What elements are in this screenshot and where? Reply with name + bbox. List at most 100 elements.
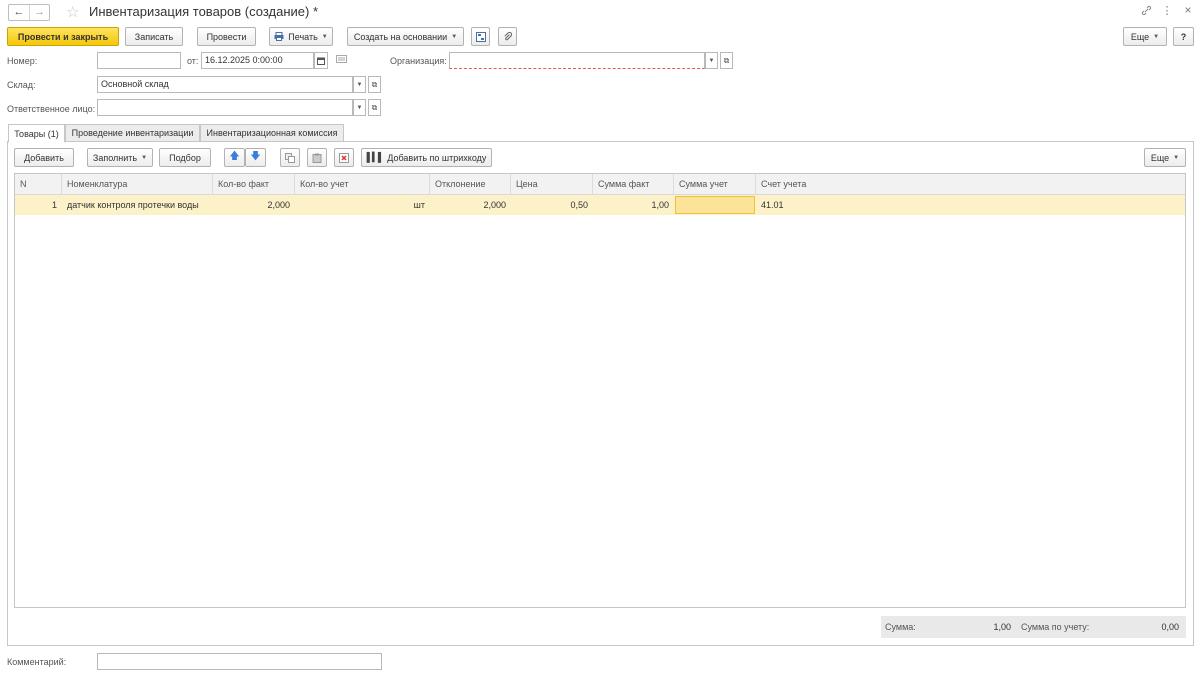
post-and-close-label: Провести и закрыть bbox=[17, 31, 109, 42]
organization-field[interactable] bbox=[449, 52, 705, 69]
table-more-label: Еще bbox=[1150, 152, 1170, 163]
attach-button[interactable] bbox=[498, 27, 517, 46]
table-header: N Номенклатура Кол-во факт Кол-во учет О… bbox=[15, 174, 1185, 195]
post-label: Провести bbox=[206, 31, 247, 42]
date-label: от: bbox=[187, 56, 199, 66]
column-header-sum-fact[interactable]: Сумма факт bbox=[593, 174, 674, 195]
responsible-field[interactable] bbox=[97, 99, 353, 116]
select-label: Подбор bbox=[169, 152, 201, 163]
navigation-buttons: ← → bbox=[8, 4, 50, 21]
copy-row-button[interactable] bbox=[280, 148, 300, 167]
organization-open-button[interactable]: ⧉ bbox=[720, 52, 733, 69]
structure-button[interactable] bbox=[471, 27, 490, 46]
post-and-close-button[interactable]: Провести и закрыть bbox=[7, 27, 119, 46]
responsible-open-button[interactable]: ⧉ bbox=[368, 99, 381, 116]
paperclip-icon bbox=[503, 31, 512, 40]
warehouse-dropdown-button[interactable]: ▼ bbox=[353, 76, 366, 93]
cell-account[interactable]: 41.01 bbox=[756, 195, 956, 215]
column-header-item[interactable]: Номенклатура bbox=[62, 174, 213, 195]
column-header-account[interactable]: Счет учета bbox=[756, 174, 1185, 195]
sum-label: Сумма: bbox=[885, 622, 916, 632]
table-more-button[interactable]: Еще ▼ bbox=[1144, 148, 1186, 167]
more-menu-icon[interactable]: ⋮ bbox=[1161, 4, 1173, 17]
print-button[interactable]: Печать ▼ bbox=[269, 27, 333, 46]
save-label: Записать bbox=[134, 31, 174, 42]
cell-unit[interactable]: шт bbox=[359, 195, 430, 215]
create-based-on-button[interactable]: Создать на основании ▼ bbox=[347, 27, 464, 46]
add-by-barcode-button[interactable]: ▌▍▌ Добавить по штрихкоду bbox=[361, 148, 492, 167]
cell-qty-acc[interactable] bbox=[295, 195, 359, 215]
more-label: Еще bbox=[1130, 31, 1150, 42]
number-field[interactable] bbox=[97, 52, 181, 69]
add-row-label: Добавить bbox=[24, 152, 64, 163]
select-button[interactable]: Подбор bbox=[159, 148, 211, 167]
date-field[interactable]: 16.12.2025 0:00:00 bbox=[201, 52, 314, 69]
tab-inventory-commission[interactable]: Инвентаризационная комиссия bbox=[200, 124, 344, 142]
cell-qty-fact[interactable]: 2,000 bbox=[213, 195, 295, 215]
warehouse-field[interactable]: Основной склад bbox=[97, 76, 353, 93]
help-button[interactable]: ? bbox=[1173, 27, 1194, 46]
column-header-qty-acc[interactable]: Кол-во учет bbox=[295, 174, 430, 195]
chevron-down-icon: ▼ bbox=[356, 104, 363, 111]
move-up-button[interactable]: 🡅 bbox=[224, 148, 245, 167]
delete-row-button[interactable] bbox=[334, 148, 354, 167]
cell-n[interactable]: 1 bbox=[15, 195, 62, 215]
warehouse-open-button[interactable]: ⧉ bbox=[368, 76, 381, 93]
printer-icon bbox=[274, 32, 284, 41]
back-button[interactable]: ← bbox=[9, 5, 29, 20]
dropdown-arrow-icon: ▼ bbox=[451, 33, 458, 40]
goods-table[interactable]: N Номенклатура Кол-во факт Кол-во учет О… bbox=[14, 173, 1186, 608]
calendar-extra-icon[interactable] bbox=[336, 54, 347, 66]
column-header-deviation[interactable]: Отклонение bbox=[430, 174, 511, 195]
responsible-dropdown-button[interactable]: ▼ bbox=[353, 99, 366, 116]
forward-button[interactable]: → bbox=[29, 5, 49, 20]
barcode-icon: ▌▍▌ bbox=[366, 152, 385, 162]
add-row-button[interactable]: Добавить bbox=[14, 148, 74, 167]
fill-button[interactable]: Заполнить ▼ bbox=[87, 148, 153, 167]
move-down-button[interactable]: 🡇 bbox=[245, 148, 266, 167]
tab-goods-label: Товары (1) bbox=[14, 128, 59, 139]
paste-button[interactable] bbox=[307, 148, 327, 167]
tab-inventory-process[interactable]: Проведение инвентаризации bbox=[65, 124, 200, 142]
copy-icon bbox=[285, 152, 295, 163]
arrow-down-icon: 🡇 bbox=[250, 151, 261, 162]
calendar-button[interactable] bbox=[314, 52, 328, 69]
close-icon[interactable]: × bbox=[1182, 3, 1194, 17]
column-header-n[interactable]: N bbox=[15, 174, 62, 195]
open-icon: ⧉ bbox=[723, 55, 730, 65]
cell-sum-fact[interactable]: 1,00 bbox=[593, 195, 674, 215]
tab-goods[interactable]: Товары (1) bbox=[8, 124, 65, 143]
column-header-sum-acc[interactable]: Сумма учет bbox=[674, 174, 756, 195]
dropdown-arrow-icon: ▼ bbox=[321, 33, 328, 40]
link-icon[interactable] bbox=[1140, 5, 1152, 19]
number-label: Номер: bbox=[7, 56, 38, 66]
print-label: Печать bbox=[288, 31, 318, 42]
comment-label: Комментарий: bbox=[7, 657, 67, 667]
sum-acc-label: Сумма по учету: bbox=[1021, 622, 1090, 632]
open-icon: ⧉ bbox=[371, 79, 378, 89]
fill-label: Заполнить bbox=[92, 152, 138, 163]
save-button[interactable]: Записать bbox=[125, 27, 183, 46]
sum-acc-value: 0,00 bbox=[1161, 622, 1179, 632]
create-based-label: Создать на основании bbox=[353, 31, 448, 42]
table-row[interactable]: 1 датчик контроля протечки воды 2,000 шт… bbox=[15, 195, 1185, 215]
cell-item[interactable]: датчик контроля протечки воды bbox=[62, 195, 213, 215]
cell-price[interactable]: 0,50 bbox=[511, 195, 593, 215]
post-button[interactable]: Провести bbox=[197, 27, 256, 46]
favorite-star-icon[interactable]: ☆ bbox=[66, 3, 79, 21]
organization-dropdown-button[interactable]: ▼ bbox=[705, 52, 718, 69]
tab-inventory-commission-label: Инвентаризационная комиссия bbox=[206, 128, 338, 138]
column-header-qty-fact[interactable]: Кол-во факт bbox=[213, 174, 295, 195]
calendar-icon bbox=[317, 57, 325, 65]
totals-bar: Сумма: 1,00 Сумма по учету: 0,00 bbox=[881, 616, 1186, 638]
more-button[interactable]: Еще ▼ bbox=[1123, 27, 1167, 46]
chevron-down-icon: ▼ bbox=[356, 81, 363, 88]
sum-value: 1,00 bbox=[993, 622, 1011, 632]
column-header-price[interactable]: Цена bbox=[511, 174, 593, 195]
organization-label: Организация: bbox=[390, 56, 447, 66]
tab-inventory-process-label: Проведение инвентаризации bbox=[71, 128, 194, 138]
cell-deviation[interactable]: 2,000 bbox=[430, 195, 511, 215]
cell-sum-acc[interactable] bbox=[675, 196, 755, 214]
comment-field[interactable] bbox=[97, 653, 382, 670]
dropdown-arrow-icon: ▼ bbox=[1173, 154, 1180, 161]
